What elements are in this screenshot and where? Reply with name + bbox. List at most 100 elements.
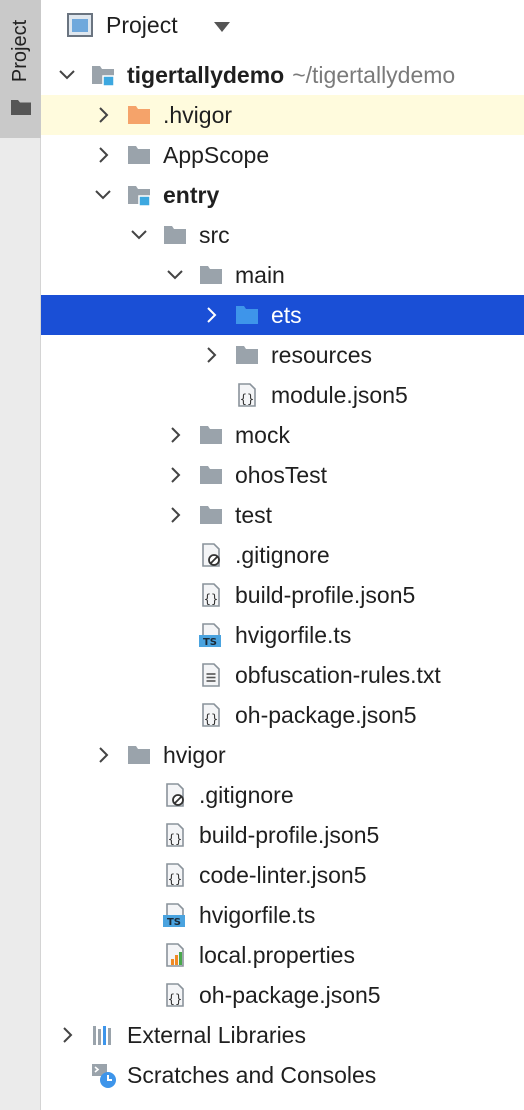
- tree-item[interactable]: TS hvigorfile.ts: [41, 615, 524, 655]
- tree-item[interactable]: obfuscation-rules.txt: [41, 655, 524, 695]
- libraries-icon: [91, 1023, 115, 1047]
- tree-item-name: External Libraries: [127, 1022, 306, 1048]
- svg-text:TS: TS: [167, 917, 181, 927]
- tree-item-name: obfuscation-rules.txt: [235, 662, 441, 688]
- tree-item-label: .gitignore: [199, 782, 294, 808]
- tree-item[interactable]: Scratches and Consoles: [41, 1055, 524, 1095]
- tree-item[interactable]: entry: [41, 175, 524, 215]
- tree-item-name: resources: [271, 342, 372, 368]
- chevron-right-icon[interactable]: [201, 345, 221, 365]
- folder-icon: [163, 223, 187, 247]
- folder-icon: [127, 143, 151, 167]
- tree-item-name: local.properties: [199, 942, 355, 968]
- properties-file-icon: [163, 943, 187, 967]
- tree-item-name: .gitignore: [199, 782, 294, 808]
- tree-item[interactable]: test: [41, 495, 524, 535]
- chevron-right-icon[interactable]: [165, 505, 185, 525]
- svg-text:{}: {}: [240, 392, 254, 406]
- tree-item-label: External Libraries: [127, 1022, 306, 1048]
- chevron-right-icon[interactable]: [93, 145, 113, 165]
- tree-item[interactable]: External Libraries: [41, 1015, 524, 1055]
- tree-item-label: module.json5: [271, 382, 408, 408]
- chevron-right-icon[interactable]: [93, 105, 113, 125]
- tree-item[interactable]: hvigor: [41, 735, 524, 775]
- json-file-icon: {}: [163, 863, 187, 887]
- tree-item[interactable]: .hvigor: [41, 95, 524, 135]
- tree-item[interactable]: {} oh-package.json5: [41, 975, 524, 1015]
- tree-item[interactable]: {} oh-package.json5: [41, 695, 524, 735]
- chevron-right-icon[interactable]: [93, 745, 113, 765]
- tree-item-label: tigertallydemo ~/tigertallydemo: [127, 62, 455, 88]
- tree-item[interactable]: tigertallydemo ~/tigertallydemo: [41, 55, 524, 95]
- tree-item-name: src: [199, 222, 230, 248]
- tree-item[interactable]: TS hvigorfile.ts: [41, 895, 524, 935]
- tree-item-label: main: [235, 262, 285, 288]
- tree-item-name: build-profile.json5: [235, 582, 416, 608]
- ignore-file-icon: [163, 783, 187, 807]
- project-tool-tab[interactable]: Project: [0, 0, 41, 138]
- chevron-down-icon[interactable]: [93, 185, 113, 205]
- folder-icon: [10, 98, 32, 121]
- tree-item-name: hvigorfile.ts: [199, 902, 316, 928]
- chevron-down-icon[interactable]: [213, 20, 231, 38]
- tree-item-label: AppScope: [163, 142, 269, 168]
- tree-item-label: build-profile.json5: [235, 582, 415, 608]
- panel-title[interactable]: Project: [106, 11, 178, 39]
- json-file-icon: {}: [163, 983, 187, 1007]
- tree-item-name: oh-package.json5: [235, 702, 417, 728]
- folder-icon: [199, 463, 223, 487]
- tree-item[interactable]: {} module.json5: [41, 375, 524, 415]
- tree-item-name: mock: [235, 422, 290, 448]
- tree-item-name: oh-package.json5: [199, 982, 381, 1008]
- blue-folder-icon: [235, 303, 259, 327]
- tree-item[interactable]: resources: [41, 335, 524, 375]
- tree-item[interactable]: main: [41, 255, 524, 295]
- tree-item-label: hvigorfile.ts: [199, 902, 315, 928]
- chevron-right-icon[interactable]: [165, 425, 185, 445]
- tool-window-strip: Project: [0, 0, 41, 1110]
- chevron-down-icon[interactable]: [129, 225, 149, 245]
- tree-item[interactable]: {} code-linter.json5: [41, 855, 524, 895]
- chevron-right-icon[interactable]: [165, 465, 185, 485]
- tree-item-name: hvigor: [163, 742, 226, 768]
- tree-item-label: hvigor: [163, 742, 226, 768]
- svg-text:{}: {}: [168, 832, 182, 846]
- tree-item-label: test: [235, 502, 272, 528]
- svg-text:{}: {}: [168, 992, 182, 1006]
- project-tree: tigertallydemo ~/tigertallydemo .hvigor App…: [41, 55, 524, 1095]
- tree-item-name: main: [235, 262, 285, 288]
- project-path: ~/tigertallydemo: [292, 62, 456, 88]
- tree-item[interactable]: .gitignore: [41, 775, 524, 815]
- svg-text:{}: {}: [204, 592, 218, 606]
- tree-item-label: resources: [271, 342, 372, 368]
- tree-item[interactable]: mock: [41, 415, 524, 455]
- chevron-down-icon[interactable]: [165, 265, 185, 285]
- tree-item-name: tigertallydemo: [127, 62, 285, 88]
- json-file-icon: {}: [199, 583, 223, 607]
- tree-item-name: test: [235, 502, 273, 528]
- tree-item[interactable]: ohosTest: [41, 455, 524, 495]
- project-panel-header: Project: [41, 0, 524, 50]
- orange-folder-icon: [127, 103, 151, 127]
- folder-icon: [235, 343, 259, 367]
- tree-item[interactable]: src: [41, 215, 524, 255]
- tree-item[interactable]: .gitignore: [41, 535, 524, 575]
- json-file-icon: {}: [199, 703, 223, 727]
- tree-item[interactable]: AppScope: [41, 135, 524, 175]
- typescript-file-icon: TS: [199, 623, 223, 648]
- tree-item-name: AppScope: [163, 142, 270, 168]
- chevron-right-icon[interactable]: [201, 305, 221, 325]
- chevron-right-icon[interactable]: [57, 1025, 77, 1045]
- chevron-down-icon[interactable]: [57, 65, 77, 85]
- tree-item[interactable]: {} build-profile.json5: [41, 575, 524, 615]
- tree-item-name: module.json5: [271, 382, 408, 408]
- tree-item[interactable]: {} build-profile.json5: [41, 815, 524, 855]
- tree-item[interactable]: local.properties: [41, 935, 524, 975]
- svg-text:{}: {}: [204, 712, 218, 726]
- tree-item-name: code-linter.json5: [199, 862, 367, 888]
- tree-item[interactable]: ets: [41, 295, 524, 335]
- tree-item-label: Scratches and Consoles: [127, 1062, 376, 1088]
- json-file-icon: {}: [163, 823, 187, 847]
- json-file-icon: {}: [235, 383, 259, 407]
- tree-item-label: hvigorfile.ts: [235, 622, 351, 648]
